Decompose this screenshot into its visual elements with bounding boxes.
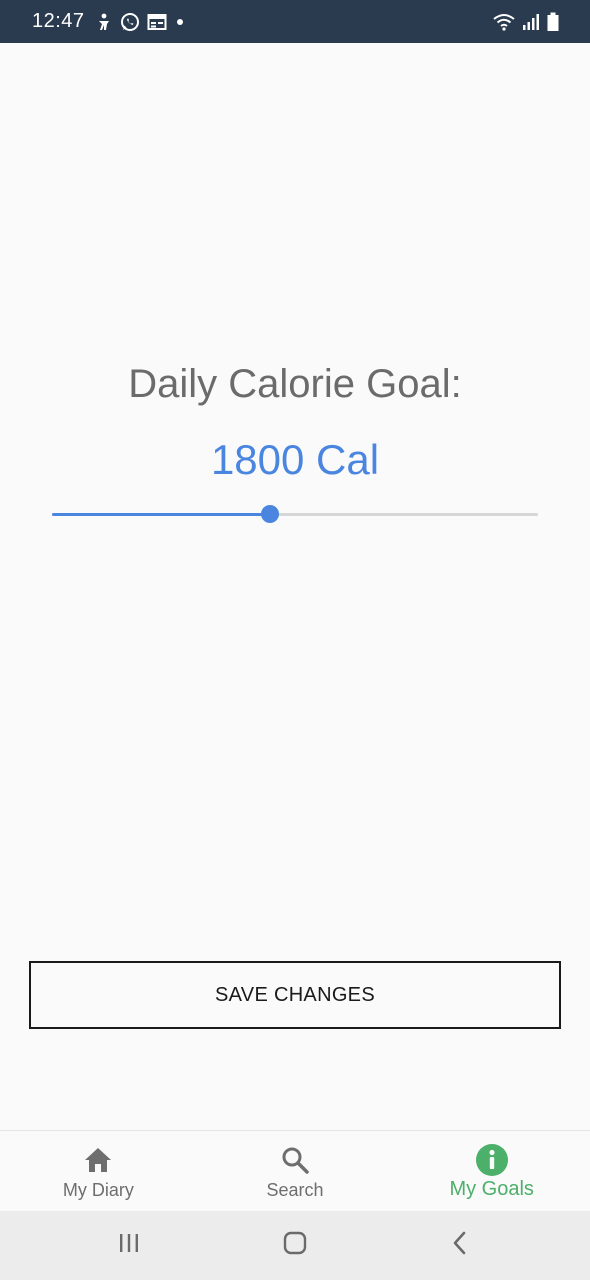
system-home-button[interactable]: [255, 1211, 335, 1280]
nav-label-search: Search: [266, 1180, 324, 1200]
calorie-slider[interactable]: [52, 502, 538, 526]
wifi-icon: [492, 12, 516, 32]
home-button-icon: [282, 1230, 308, 1261]
nav-item-my-diary[interactable]: My Diary: [0, 1131, 197, 1211]
system-back-button[interactable]: [420, 1211, 500, 1280]
system-nav-bar: [0, 1211, 590, 1280]
accessibility-icon: [95, 12, 113, 32]
whatsapp-icon: [120, 12, 140, 32]
recent-apps-icon: [117, 1231, 141, 1260]
slider-thumb[interactable]: [260, 505, 279, 523]
cellular-signal-icon: [522, 13, 540, 31]
nav-item-my-goals[interactable]: My Goals: [393, 1131, 590, 1211]
nav-label-my-goals: My Goals: [449, 1178, 534, 1200]
calorie-goal-screen: 12:47 Daily Calorie Goal: 1800 Cal SAVE …: [0, 0, 590, 1280]
recent-apps-button[interactable]: [89, 1211, 169, 1280]
goal-title: Daily Calorie Goal:: [128, 362, 462, 406]
status-time: 12:47: [32, 10, 85, 32]
nav-item-search[interactable]: Search: [197, 1131, 394, 1211]
goal-value-label: 1800 Cal: [210, 436, 380, 483]
back-icon: [448, 1230, 472, 1261]
status-right-icons: [492, 0, 560, 43]
bottom-nav: My Diary Search My Goals: [0, 1130, 590, 1211]
nav-label-my-diary: My Diary: [62, 1180, 134, 1200]
home-icon: [83, 1145, 113, 1175]
status-bar: 12:47: [0, 0, 590, 43]
save-changes-button[interactable]: SAVE CHANGES: [29, 961, 561, 1029]
info-icon: [475, 1144, 509, 1176]
calendar-icon: [147, 13, 167, 31]
slider-fill: [52, 513, 270, 516]
status-left-icons: [95, 12, 186, 32]
battery-icon: [546, 12, 560, 32]
notification-dot-icon: [174, 16, 186, 28]
search-icon: [280, 1145, 310, 1175]
